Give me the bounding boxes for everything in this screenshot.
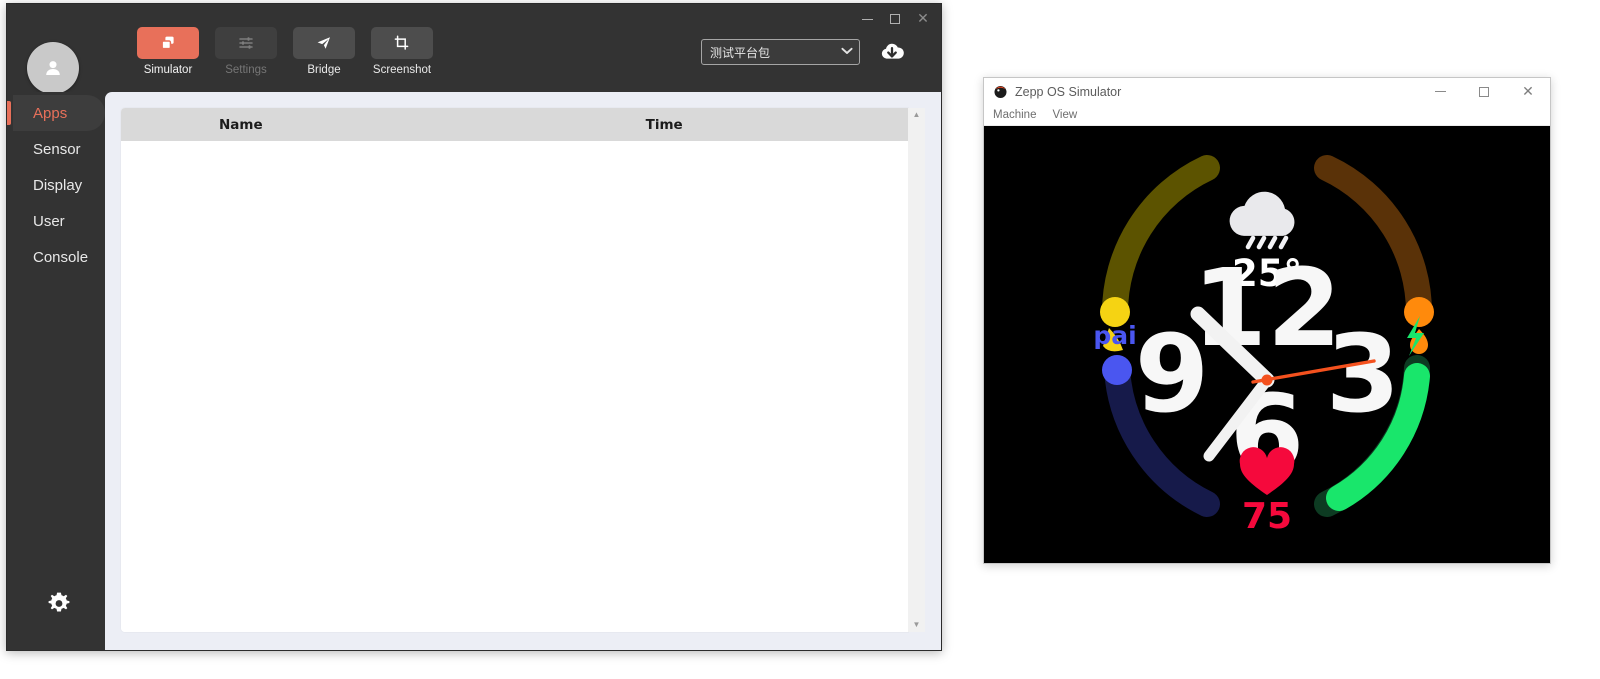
sidebar-item-console[interactable]: Console (13, 239, 105, 275)
avatar[interactable] (27, 42, 79, 94)
user-icon (46, 61, 60, 75)
screen-root: ✕ Simulator Settings Bridge Screenshot 测… (0, 0, 1600, 679)
table-body (121, 141, 908, 632)
screenshot-label: Screenshot (372, 64, 432, 76)
sidebar-item-label: Display (33, 176, 83, 194)
bridge-button[interactable]: Bridge (293, 27, 355, 76)
scroll-down-icon[interactable]: ▼ (913, 621, 921, 629)
table-header-row: Name Time (121, 108, 908, 141)
simulator-label: Simulator (143, 64, 193, 76)
simulator-button[interactable]: Simulator (137, 27, 199, 76)
sidebar-item-user[interactable]: User (13, 203, 105, 239)
bridge-tile (293, 27, 355, 59)
devtools-body: Apps Sensor Display User Console Name Ti… (7, 92, 941, 650)
rain-cloud-icon (1229, 191, 1295, 250)
cloud-download-icon (881, 43, 904, 59)
center-dot (1261, 374, 1273, 386)
zepp-logo-icon (993, 84, 1008, 99)
sliders-icon (239, 37, 253, 49)
screenshot-button[interactable]: Screenshot (371, 27, 433, 76)
sidebar-item-label: Sensor (33, 140, 81, 158)
paper-plane-icon (317, 37, 330, 49)
simulator-maximize-button[interactable] (1462, 79, 1506, 105)
package-select-value: 测试平台包 (710, 45, 771, 60)
devtools-toolbar: ✕ Simulator Settings Bridge Screenshot 测… (7, 4, 941, 94)
bridge-label: Bridge (307, 64, 341, 76)
maximize-button[interactable] (881, 8, 909, 30)
sidebar: Apps Sensor Display User Console (7, 92, 105, 650)
windows-copy-icon (161, 36, 174, 50)
content-pane: Name Time ▲ ▼ (105, 92, 941, 650)
sidebar-item-apps[interactable]: Apps (7, 95, 105, 131)
sidebar-item-label: User (33, 212, 65, 230)
simulator-minimize-button[interactable] (1418, 79, 1462, 105)
table-vertical-scrollbar[interactable]: ▲ ▼ (908, 108, 925, 632)
numeral-9: 9 (1135, 313, 1209, 437)
settings-label: Settings (225, 64, 267, 76)
column-header-name: Name (219, 116, 263, 133)
numeral-12: 12 (1193, 247, 1342, 371)
scroll-up-icon[interactable]: ▲ (913, 111, 921, 119)
menu-machine[interactable]: Machine (993, 109, 1036, 121)
zepp-devtools-window: ✕ Simulator Settings Bridge Screenshot 测… (6, 3, 942, 651)
simulator-screen[interactable]: pai 25° 12 3 6 9 75 (984, 126, 1550, 563)
simulator-close-button[interactable]: ✕ (1506, 79, 1550, 105)
pai-label: pai (1093, 321, 1136, 350)
settings-button[interactable]: Settings (215, 27, 277, 76)
close-icon: ✕ (917, 11, 929, 27)
crop-icon (394, 35, 409, 50)
heart-rate-value: 75 (1242, 496, 1292, 537)
screenshot-tile (371, 27, 433, 59)
zepp-os-simulator-window: Zepp OS Simulator ✕ Machine View pai 25°… (983, 77, 1551, 564)
settings-gear-button[interactable] (45, 590, 73, 618)
sidebar-item-display[interactable]: Display (13, 167, 105, 203)
close-icon: ✕ (1522, 83, 1534, 100)
apps-table: Name Time (121, 108, 908, 632)
sidebar-item-sensor[interactable]: Sensor (13, 131, 105, 167)
gear-icon (48, 592, 70, 612)
simulator-menubar: Machine View (984, 105, 1550, 126)
settings-tile (215, 27, 277, 59)
simulator-titlebar: Zepp OS Simulator ✕ (984, 78, 1550, 105)
package-select[interactable]: 测试平台包 (701, 39, 860, 65)
sidebar-item-label: Console (33, 248, 89, 266)
close-button[interactable]: ✕ (909, 8, 937, 30)
simulator-tile (137, 27, 199, 59)
simulator-window-title: Zepp OS Simulator (1015, 84, 1122, 99)
menu-view[interactable]: View (1052, 109, 1077, 121)
column-header-time: Time (645, 116, 683, 133)
sidebar-item-label: Apps (33, 104, 68, 122)
numeral-3: 3 (1326, 313, 1400, 437)
toolbar-button-group: Simulator Settings Bridge Screenshot (137, 27, 433, 76)
cloud-download-button[interactable] (877, 39, 907, 65)
minimize-button[interactable] (853, 8, 881, 30)
watchface: pai 25° 12 3 6 9 75 (1093, 155, 1434, 537)
chevron-down-icon (841, 46, 853, 58)
